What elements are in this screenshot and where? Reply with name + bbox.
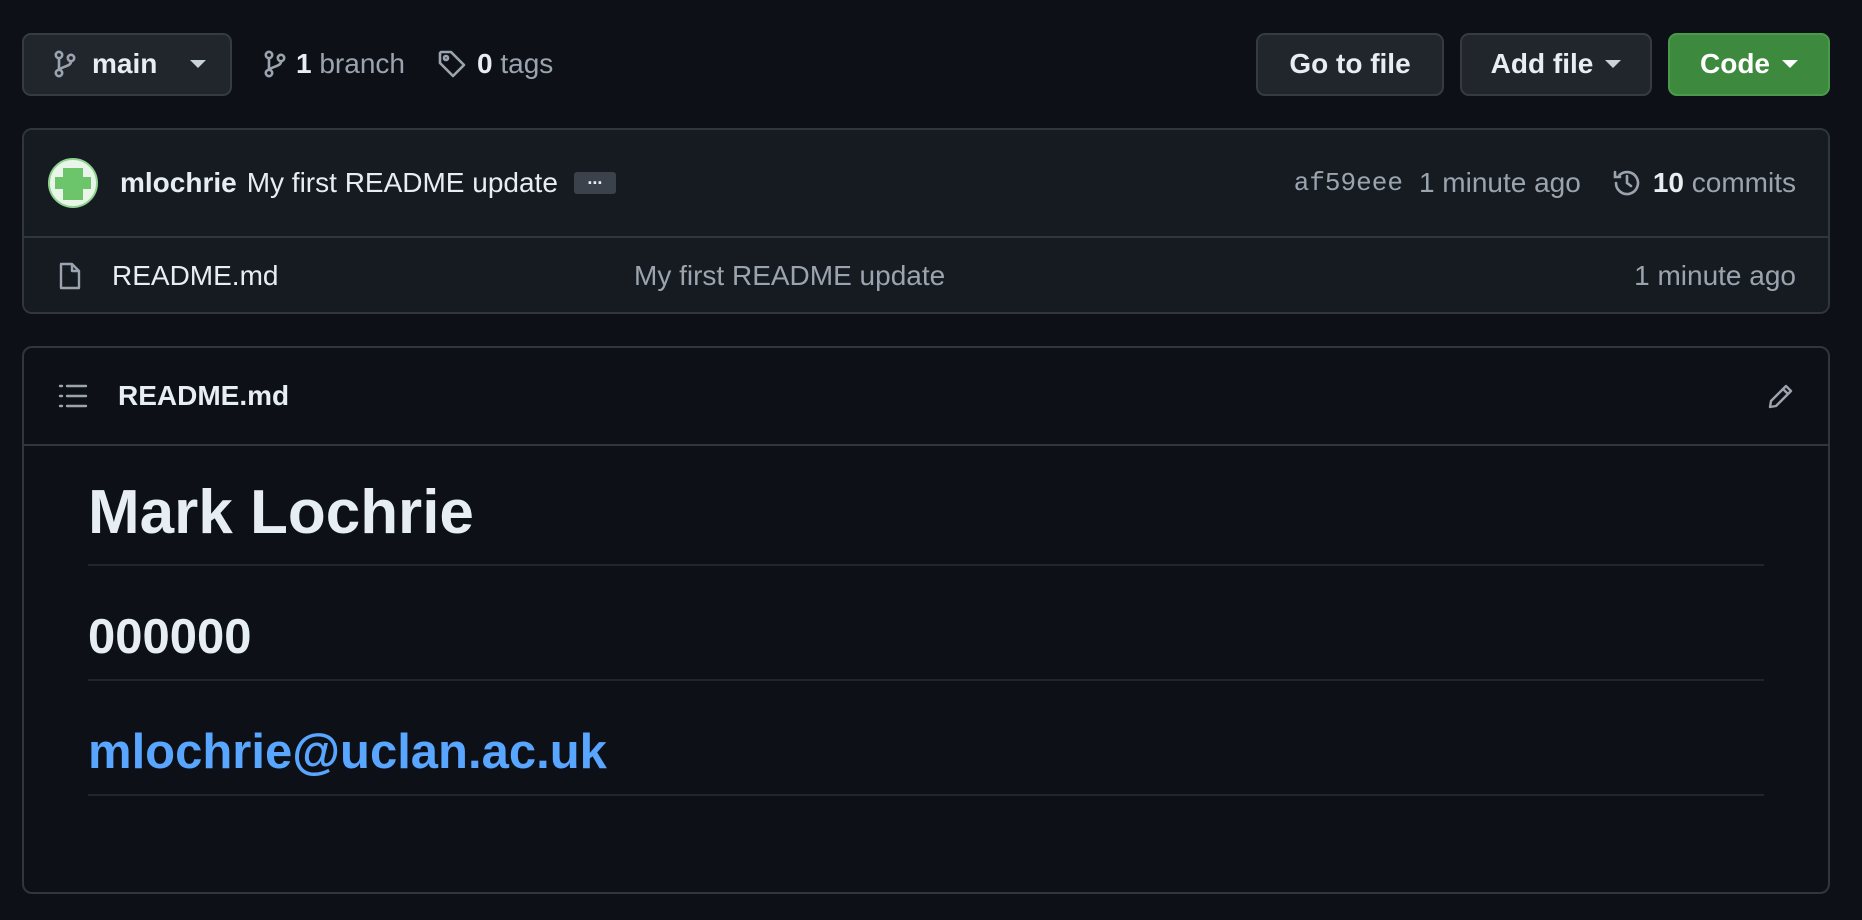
readme-box: README.md Mark Lochrie 000000 mlochrie@u… [22, 346, 1830, 894]
tags-link[interactable]: 0 tags [437, 48, 553, 80]
file-icon [58, 261, 82, 291]
go-to-file-button[interactable]: Go to file [1256, 32, 1444, 96]
expand-commit-button[interactable]: ... [573, 169, 616, 194]
history-icon [1611, 167, 1643, 199]
chevron-down-icon [1605, 60, 1622, 68]
code-button[interactable]: Code [1668, 32, 1830, 96]
pencil-icon[interactable] [1766, 381, 1796, 411]
readme-subheading: 000000 [88, 608, 1764, 682]
tag-label: tags [500, 48, 554, 79]
git-branch-icon [54, 50, 76, 78]
file-last-commit[interactable]: My first README update [634, 260, 945, 292]
readme-header: README.md [24, 348, 1828, 446]
readme-title: README.md [118, 380, 290, 411]
commit-meta: af59eee 1 minute ago 10 commits [1294, 167, 1796, 199]
commit-author[interactable]: mlochrie [120, 167, 237, 199]
toolbar-actions: Go to file Add file Code [1256, 32, 1830, 96]
file-name[interactable]: README.md [112, 260, 634, 292]
chevron-down-icon [190, 60, 206, 68]
list-icon[interactable] [58, 383, 88, 409]
tag-count: 0 [476, 48, 493, 79]
repo-toolbar: main 1 branch 0 tags Go to file Add file… [22, 32, 1830, 96]
branch-label: branch [319, 48, 405, 79]
branch-count: 1 [296, 48, 312, 79]
tag-icon [437, 49, 467, 79]
code-label: Code [1700, 48, 1770, 79]
file-time: 1 minute ago [1634, 260, 1796, 291]
branch-name: main [92, 48, 158, 79]
readme-heading: Mark Lochrie [88, 476, 1764, 567]
commit-count: 10 [1652, 167, 1684, 198]
file-row[interactable]: README.md My first README update 1 minut… [24, 238, 1828, 312]
email-link[interactable]: mlochrie@uclan.ac.uk [88, 725, 607, 779]
readme-email-block: mlochrie@uclan.ac.uk [88, 723, 1764, 796]
git-branch-icon [264, 50, 286, 78]
branches-link[interactable]: 1 branch [264, 48, 405, 80]
repo-page: main 1 branch 0 tags Go to file Add file… [0, 0, 1862, 920]
commit-sha[interactable]: af59eee [1294, 168, 1403, 198]
avatar[interactable] [48, 158, 98, 208]
add-file-label: Add file [1490, 48, 1594, 79]
commits-history-link[interactable]: 10 commits [1611, 167, 1796, 199]
readme-content: Mark Lochrie 000000 mlochrie@uclan.ac.uk [24, 446, 1828, 796]
commit-time: 1 minute ago [1418, 167, 1581, 198]
latest-commit-row: mlochrie My first README update ... af59… [24, 130, 1828, 238]
file-list-box: mlochrie My first README update ... af59… [22, 128, 1830, 314]
add-file-button[interactable]: Add file [1460, 32, 1652, 96]
chevron-down-icon [1782, 60, 1798, 68]
commit-message[interactable]: My first README update [247, 167, 558, 199]
branch-selector-button[interactable]: main [22, 32, 232, 96]
commits-label: commits [1691, 167, 1796, 198]
